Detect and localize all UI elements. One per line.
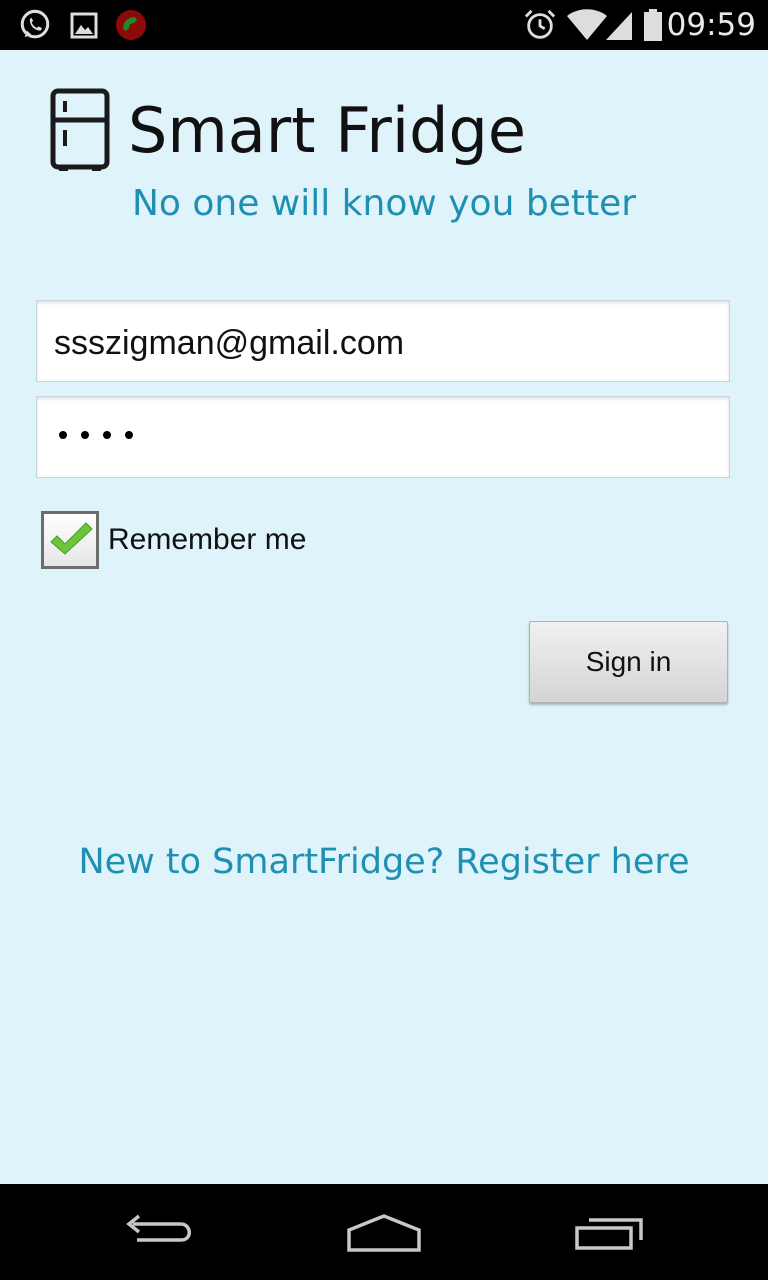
call-recorder-icon <box>116 10 146 40</box>
password-dot <box>81 431 89 439</box>
sign-in-button[interactable]: Sign in <box>529 621 728 703</box>
email-field[interactable]: ssszigman@gmail.com <box>36 300 730 382</box>
back-icon[interactable] <box>115 1202 205 1262</box>
email-value: ssszigman@gmail.com <box>54 324 405 362</box>
remember-me-label[interactable]: Remember me <box>108 520 306 560</box>
signal-icon <box>606 12 632 40</box>
fridge-icon <box>50 88 110 171</box>
status-time: 09:59 <box>666 7 756 43</box>
whatsapp-icon <box>20 9 50 39</box>
alarm-icon <box>524 9 556 39</box>
recent-apps-icon[interactable] <box>565 1202 655 1262</box>
battery-icon <box>644 9 662 41</box>
password-dot <box>125 431 133 439</box>
password-field[interactable] <box>36 396 730 478</box>
gallery-icon <box>70 12 98 39</box>
app-title: Smart Fridge <box>128 94 526 167</box>
home-icon[interactable] <box>339 1202 429 1262</box>
status-bar: 09:59 <box>0 0 768 50</box>
tagline: No one will know you better <box>131 183 637 224</box>
remember-me-checkbox[interactable] <box>41 511 99 569</box>
password-dot <box>59 431 67 439</box>
wifi-icon <box>567 9 607 40</box>
register-link[interactable]: New to SmartFridge? Register here <box>0 838 768 886</box>
checkmark-icon <box>50 522 93 555</box>
password-dot <box>103 431 111 439</box>
navigation-bar <box>0 1184 768 1280</box>
password-mask <box>59 431 133 439</box>
